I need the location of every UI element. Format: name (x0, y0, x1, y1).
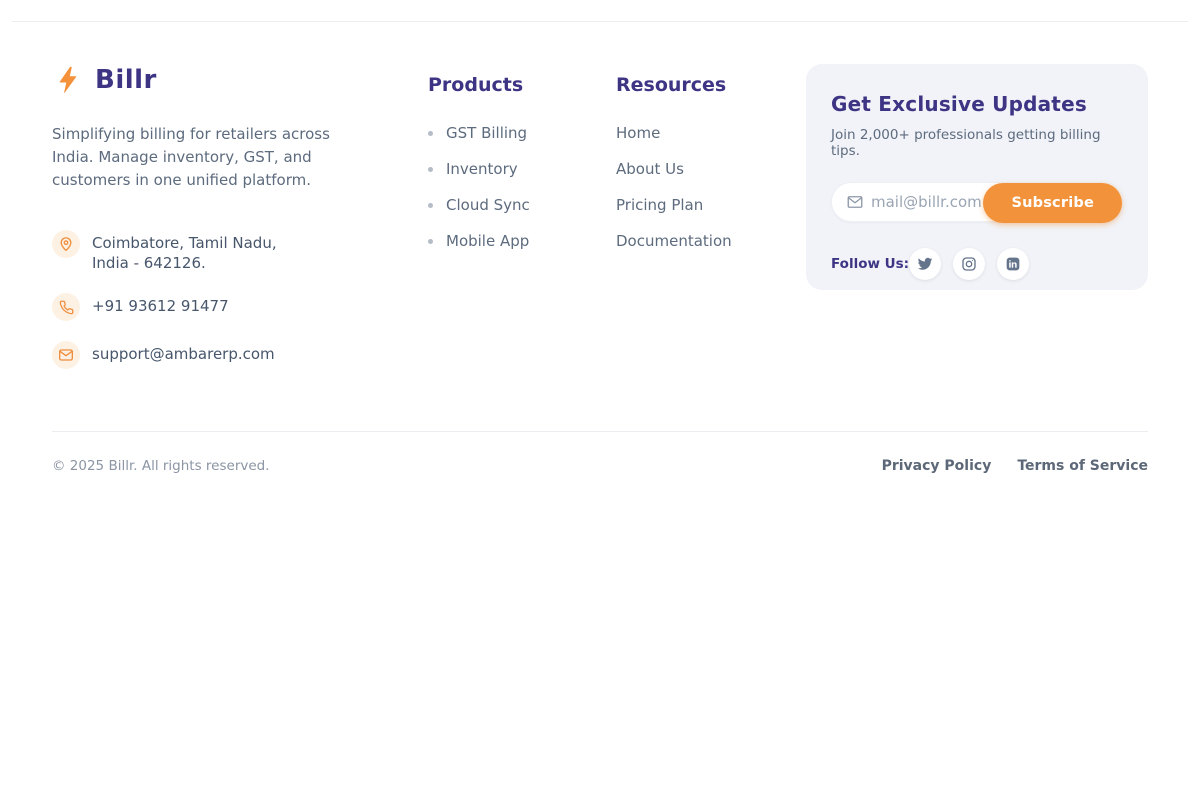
envelope-icon (52, 341, 80, 369)
subscribe-button[interactable]: Subscribe (983, 183, 1122, 223)
products-column: Products GST Billing Inventory Cloud Syn… (428, 64, 554, 369)
contact-phone[interactable]: +91 93612 91477 (52, 293, 364, 321)
bullet-icon (428, 167, 433, 172)
address-line-2: India - 642126. (92, 254, 206, 272)
product-link-gst-billing[interactable]: GST Billing (428, 124, 527, 142)
instagram-icon[interactable] (953, 248, 985, 280)
brand-tagline: Simplifying billing for retailers across… (52, 123, 364, 192)
linkedin-icon[interactable] (997, 248, 1029, 280)
brand-column: Billr Simplifying billing for retailers … (52, 64, 364, 369)
resources-title: Resources (616, 74, 746, 96)
phone-number: +91 93612 91477 (92, 293, 229, 316)
resource-link-home[interactable]: Home (616, 124, 660, 142)
resource-link-documentation[interactable]: Documentation (616, 232, 732, 250)
email-address: support@ambarerp.com (92, 341, 275, 364)
twitter-icon[interactable] (909, 248, 941, 280)
footer: Billr Simplifying billing for retailers … (52, 0, 1148, 474)
resources-column: Resources Home About Us Pricing Plan Doc… (616, 64, 746, 369)
location-pin-icon (52, 230, 80, 258)
follow-us-label: Follow Us: (831, 256, 909, 272)
bullet-icon (428, 131, 433, 136)
newsletter-subtitle: Join 2,000+ professionals getting billin… (831, 127, 1123, 159)
bottom-bar: © 2025 Billr. All rights reserved. Priva… (52, 432, 1148, 474)
phone-icon (52, 293, 80, 321)
address-line-1: Coimbatore, Tamil Nadu, (92, 234, 277, 252)
follow-row: Follow Us: (831, 248, 1123, 280)
resource-link-pricing-plan[interactable]: Pricing Plan (616, 196, 703, 214)
newsletter-card: Get Exclusive Updates Join 2,000+ profes… (806, 64, 1148, 290)
product-link-inventory[interactable]: Inventory (428, 160, 518, 178)
products-title: Products (428, 74, 554, 96)
resource-link-about-us[interactable]: About Us (616, 160, 684, 178)
privacy-policy-link[interactable]: Privacy Policy (882, 458, 992, 474)
bullet-icon (428, 203, 433, 208)
newsletter-title: Get Exclusive Updates (831, 92, 1123, 116)
contact-email[interactable]: support@ambarerp.com (52, 341, 364, 369)
mail-input-icon (846, 193, 864, 211)
terms-of-service-link[interactable]: Terms of Service (1017, 458, 1148, 474)
bullet-icon (428, 239, 433, 244)
copyright-text: © 2025 Billr. All rights reserved. (52, 458, 270, 474)
product-link-cloud-sync[interactable]: Cloud Sync (428, 196, 530, 214)
contact-list: Coimbatore, Tamil Nadu, India - 642126. … (52, 230, 364, 369)
brand-name: Billr (95, 65, 157, 95)
subscribe-form: Subscribe (831, 182, 1123, 222)
contact-address: Coimbatore, Tamil Nadu, India - 642126. (52, 230, 364, 273)
brand-logo: Billr (52, 64, 364, 96)
product-link-mobile-app[interactable]: Mobile App (428, 232, 529, 250)
lightning-bolt-icon (52, 64, 84, 96)
email-input[interactable] (871, 193, 991, 211)
